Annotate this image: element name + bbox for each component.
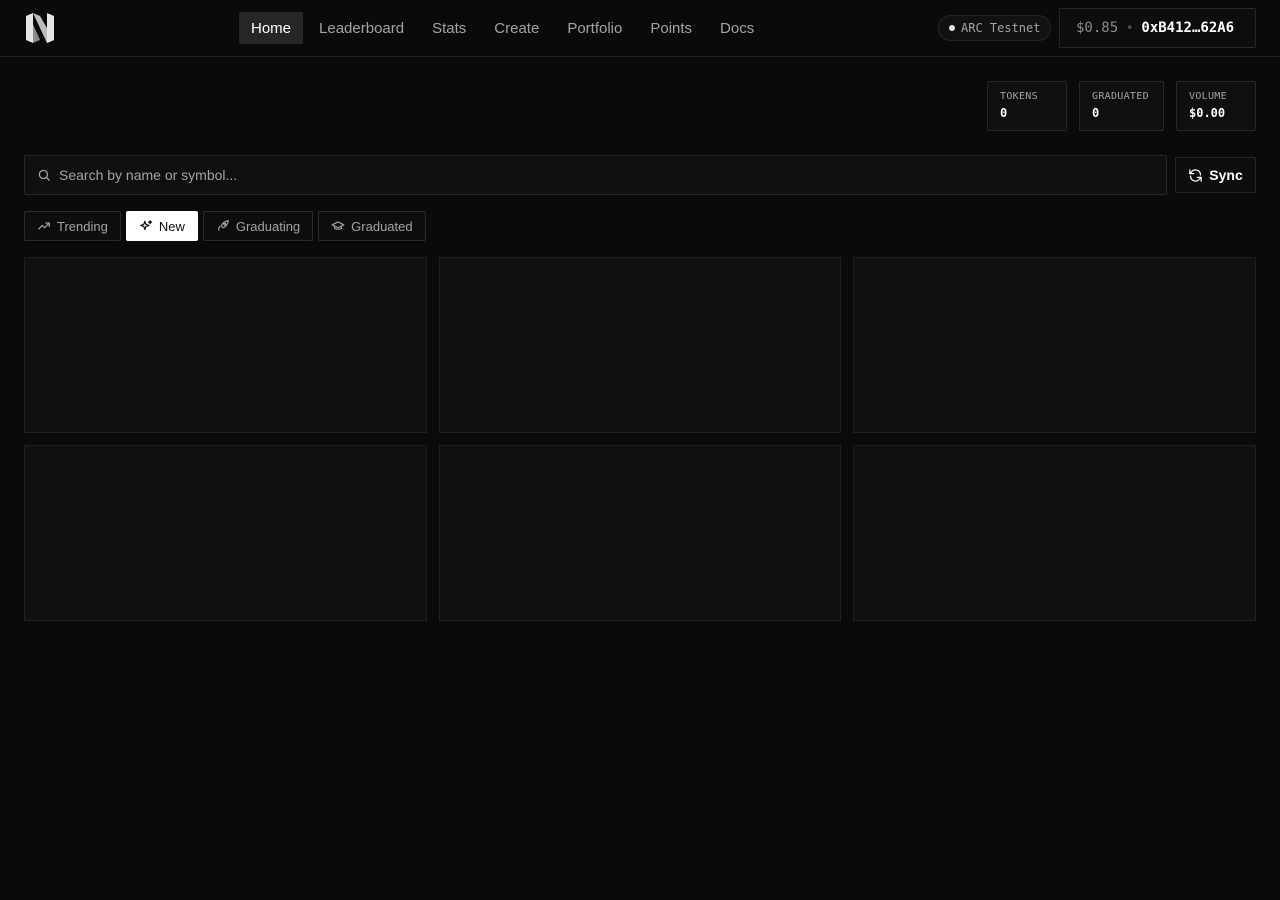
sync-label: Sync <box>1209 167 1243 183</box>
stat-volume-label: VOLUME <box>1189 91 1227 102</box>
trending-up-icon <box>37 219 51 233</box>
filter-trending-label: Trending <box>57 218 108 234</box>
filter-new[interactable]: New <box>125 211 198 241</box>
nav-points[interactable]: Points <box>638 12 704 44</box>
token-card-placeholder <box>853 257 1256 433</box>
token-card-placeholder <box>439 445 841 621</box>
stat-tokens-value: 0 <box>1000 106 1008 120</box>
nav-portfolio[interactable]: Portfolio <box>555 12 634 44</box>
wallet-button[interactable]: $0.85 • 0xB412…62A6 <box>1059 8 1256 48</box>
search-input[interactable] <box>59 167 1166 183</box>
filter-graduated[interactable]: Graduated <box>318 211 426 241</box>
filter-graduated-label: Graduated <box>351 218 413 234</box>
stat-volume: VOLUME $0.00 <box>1176 81 1256 131</box>
refresh-icon <box>1188 168 1203 183</box>
top-header: Home Leaderboard Stats Create Portfolio … <box>0 0 1280 57</box>
filter-new-label: New <box>158 218 185 234</box>
graduation-cap-icon <box>331 219 345 233</box>
sparkles-icon <box>139 219 153 233</box>
filter-graduating[interactable]: Graduating <box>202 211 314 241</box>
wallet-separator: • <box>1126 21 1134 35</box>
token-card-placeholder <box>439 257 841 433</box>
token-card-placeholder <box>853 445 1256 621</box>
brand-logo-icon[interactable] <box>24 12 56 44</box>
network-status-dot-icon <box>949 25 955 31</box>
stat-graduated: GRADUATED 0 <box>1079 81 1164 131</box>
nav-docs[interactable]: Docs <box>708 12 766 44</box>
stat-tokens-label: TOKENS <box>1000 91 1038 102</box>
stat-tokens: TOKENS 0 <box>987 81 1067 131</box>
nav-leaderboard[interactable]: Leaderboard <box>307 12 416 44</box>
search-bar <box>24 155 1167 195</box>
filter-graduating-label: Graduating <box>235 218 301 234</box>
stat-graduated-value: 0 <box>1092 106 1100 120</box>
sync-button[interactable]: Sync <box>1175 157 1256 193</box>
main-nav: Home Leaderboard Stats Create Portfolio … <box>239 12 766 44</box>
wallet-price: $0.85 <box>1076 20 1119 36</box>
nav-create[interactable]: Create <box>482 12 551 44</box>
token-card-placeholder <box>24 445 427 621</box>
stat-graduated-label: GRADUATED <box>1092 91 1149 102</box>
search-icon <box>37 168 51 182</box>
token-card-placeholder <box>24 257 427 433</box>
nav-home[interactable]: Home <box>239 12 304 44</box>
filter-trending[interactable]: Trending <box>24 211 121 241</box>
network-badge[interactable]: ARC Testnet <box>938 15 1051 41</box>
wallet-address: 0xB412…62A6 <box>1141 20 1235 36</box>
network-name: ARC Testnet <box>961 21 1041 35</box>
stat-volume-value: $0.00 <box>1189 106 1226 120</box>
nav-stats[interactable]: Stats <box>420 12 478 44</box>
rocket-icon <box>216 219 230 233</box>
filter-tabs: Trending New Graduating Graduated <box>24 211 426 241</box>
